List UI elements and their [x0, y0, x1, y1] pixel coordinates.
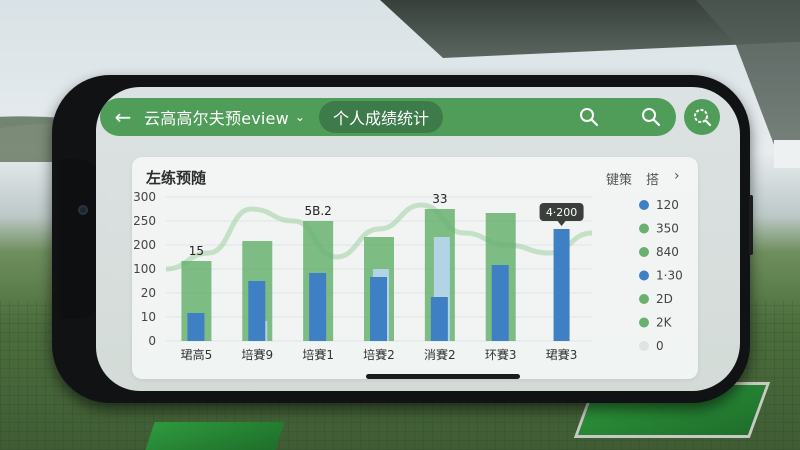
y-tick-label: 20: [141, 286, 156, 300]
legend-marker: [639, 341, 649, 351]
legend-marker: [639, 200, 649, 210]
legend-marker: [639, 247, 649, 257]
phone-frame: ← 云高高尔夫预eview ⌄ 个人成绩统计 左练预随 键策 搭 › 300 2…: [52, 75, 753, 403]
bar-blue: [248, 281, 266, 341]
phone-screen: ← 云高高尔夫预eview ⌄ 个人成绩统计 左练预随 键策 搭 › 300 2…: [96, 87, 740, 391]
x-category-label: 环賽3: [485, 347, 517, 362]
home-indicator[interactable]: [366, 374, 520, 379]
y-tick-label: 10: [141, 310, 156, 324]
chevron-down-icon[interactable]: ⌄: [295, 110, 305, 124]
data-label: 33: [432, 192, 447, 206]
x-category-label: 消賽2: [424, 347, 456, 362]
data-label-pointer: [557, 221, 566, 226]
data-label: 4·200: [546, 206, 578, 219]
front-camera: [78, 205, 88, 215]
legend-label: 1·30: [656, 269, 683, 283]
tab-label: 个人成绩统计: [332, 109, 429, 128]
app-title: 云高高尔夫预eview: [144, 109, 289, 128]
legend-marker: [639, 317, 649, 328]
bar-blue: [370, 277, 387, 341]
app-top-bar: ← 云高高尔夫预eview ⌄ 个人成绩统计: [100, 98, 676, 136]
x-category-label: 培賽9: [241, 347, 273, 362]
distant-building: [774, 140, 800, 168]
bar-chart: 30025020010020100珺高515培賽9 培賽15B.2培賽2 消賽233…: [133, 190, 683, 362]
x-category-label: 培賽1: [302, 347, 334, 362]
bar-blue: [187, 313, 205, 341]
x-category-label: 珺賽3: [546, 347, 578, 362]
x-category-label: 培賽2: [363, 347, 395, 362]
data-label: 5B.2: [304, 204, 331, 218]
legend-marker: [639, 223, 649, 234]
y-tick-label: 250: [133, 214, 156, 228]
bar-blue: [553, 229, 570, 341]
y-tick-label: 300: [133, 190, 156, 204]
stats-card: 左练预随 键策 搭 › 300 250 200 100 20 10 0 珺高5 15 培賽9 培賽1…: [132, 157, 698, 379]
search-icon[interactable]: [640, 106, 662, 128]
side-button: [749, 195, 753, 255]
settings-search-icon: [694, 109, 712, 127]
x-category-label: 珺高5: [181, 347, 213, 362]
hitting-mat-front: [145, 422, 285, 450]
back-arrow-icon[interactable]: ←: [106, 100, 140, 134]
y-tick-label: 0: [148, 334, 156, 348]
tab-personal-stats[interactable]: 个人成绩统计: [318, 101, 443, 133]
legend-label: 120: [656, 198, 679, 212]
bar-blue: [491, 265, 509, 341]
legend-label: 350: [656, 222, 679, 236]
legend-marker: [639, 294, 649, 304]
bar-blue: [309, 273, 327, 341]
settings-search-button[interactable]: [684, 99, 720, 135]
search-icon[interactable]: [578, 106, 600, 128]
legend-marker: [639, 270, 649, 281]
y-tick-label: 200: [133, 238, 156, 252]
legend-label: 2K: [656, 316, 673, 330]
y-tick-label: 100: [133, 262, 156, 276]
legend-label: 0: [656, 339, 664, 353]
bar-blue: [430, 297, 448, 341]
legend-label: 2D: [656, 292, 673, 306]
legend-label: 840: [656, 245, 679, 259]
data-label: 15: [189, 244, 204, 258]
